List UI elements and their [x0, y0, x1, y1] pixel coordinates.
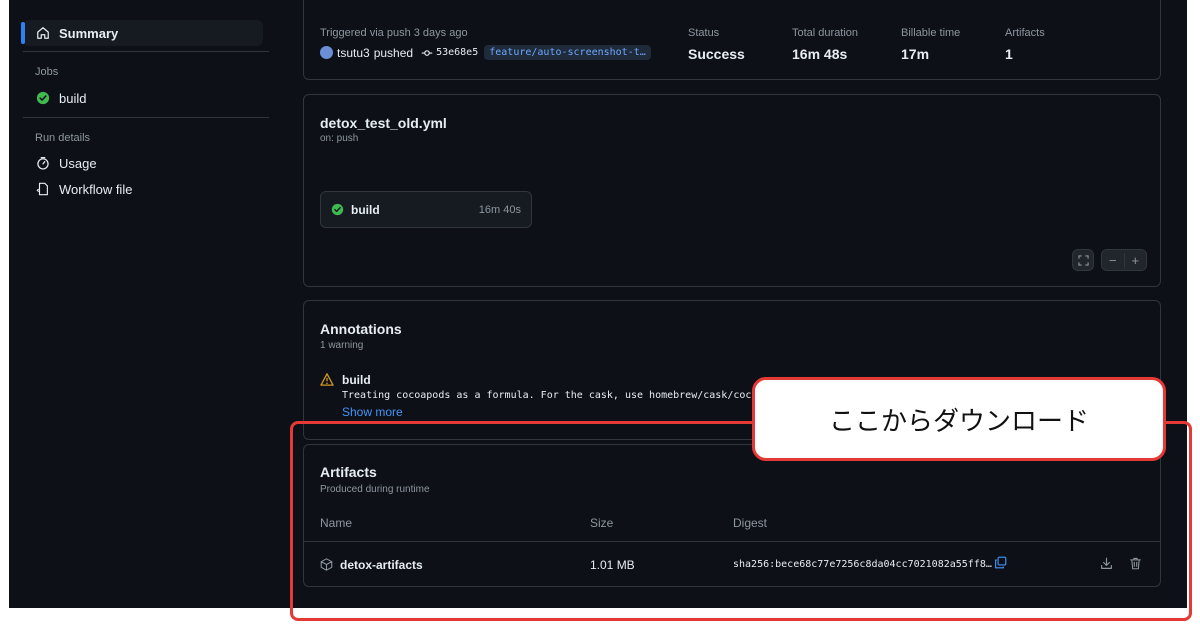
- sidebar-item-label: Summary: [59, 25, 119, 41]
- warning-icon: [320, 373, 334, 386]
- commit-icon: [421, 47, 433, 59]
- column-header-name: Name: [320, 516, 353, 530]
- success-check-icon: [35, 90, 51, 106]
- job-node-duration: 16m 40s: [478, 203, 521, 216]
- job-node-name: build: [351, 202, 380, 217]
- sidebar-item-label: build: [59, 90, 87, 106]
- artifact-digest: sha256:bece68c77e7256c8da04cc7021082a55f…: [733, 559, 992, 570]
- fullscreen-button[interactable]: [1072, 249, 1094, 271]
- run-summary-card: Triggered via push 3 days ago tsutu3 pus…: [303, 0, 1161, 80]
- sidebar-item-workflow-file[interactable]: Workflow file: [23, 176, 263, 202]
- jobs-heading: Jobs: [35, 66, 59, 78]
- column-header-digest: Digest: [733, 516, 768, 530]
- commit-sha[interactable]: 53e68e5: [436, 47, 478, 58]
- artifacts-card: Artifacts Produced during runtime Name S…: [303, 444, 1161, 587]
- artifacts-count-label: Artifacts: [1005, 27, 1045, 39]
- artifacts-count-value[interactable]: 1: [1005, 46, 1013, 62]
- workflow-graph-card: detox_test_old.yml on: push build 16m 40…: [303, 94, 1161, 287]
- column-header-size: Size: [590, 516, 614, 530]
- app-window: Summary Jobs build Run details Usage Wor…: [9, 0, 1187, 608]
- duration-value: 16m 48s: [792, 46, 848, 62]
- run-details-heading: Run details: [35, 132, 91, 144]
- push-action: pushed: [373, 45, 414, 60]
- workflow-filename: detox_test_old.yml: [320, 115, 447, 131]
- table-row: detox-artifacts 1.01 MB sha256:bece68c77…: [304, 542, 1160, 587]
- package-icon: [320, 558, 333, 571]
- sidebar: Summary Jobs build Run details Usage Wor…: [9, 0, 271, 608]
- sidebar-item-summary[interactable]: Summary: [21, 20, 263, 46]
- job-node-build[interactable]: build 16m 40s: [320, 191, 532, 228]
- download-icon[interactable]: [1100, 557, 1113, 570]
- zoom-in-button[interactable]: +: [1125, 253, 1147, 268]
- warning-message: Treating cocoapods as a formula. For the…: [342, 390, 764, 401]
- trash-icon[interactable]: [1129, 557, 1142, 570]
- artifact-size: 1.01 MB: [590, 558, 635, 572]
- zoom-controls: − +: [1101, 249, 1147, 271]
- artifacts-subtitle: Produced during runtime: [320, 484, 430, 495]
- status-label: Status: [688, 27, 720, 39]
- sidebar-item-label: Workflow file: [59, 181, 133, 197]
- sidebar-divider: [23, 51, 269, 52]
- fullscreen-icon: [1077, 254, 1089, 266]
- duration-label: Total duration: [792, 27, 859, 39]
- artifacts-title: Artifacts: [320, 464, 377, 480]
- zoom-out-button[interactable]: −: [1102, 252, 1125, 268]
- push-info: tsutu3 pushed 53e68e5 feature/auto-scree…: [320, 45, 651, 60]
- home-icon: [35, 25, 51, 41]
- billable-value: 17m: [901, 46, 930, 62]
- status-value: Success: [688, 46, 745, 62]
- sidebar-divider: [23, 117, 269, 118]
- stopwatch-icon: [35, 155, 51, 171]
- artifact-name-link[interactable]: detox-artifacts: [340, 558, 423, 572]
- sidebar-item-build[interactable]: build: [23, 85, 263, 111]
- annotations-title: Annotations: [320, 321, 402, 337]
- sidebar-item-label: Usage: [59, 155, 97, 171]
- annotations-count: 1 warning: [320, 340, 364, 351]
- success-check-icon: [331, 203, 344, 216]
- show-more-link[interactable]: Show more: [342, 405, 403, 419]
- warning-job-name[interactable]: build: [342, 373, 371, 387]
- trigger-text: Triggered via push 3 days ago: [320, 27, 468, 39]
- file-code-icon: [35, 181, 51, 197]
- avatar[interactable]: [320, 46, 333, 59]
- download-callout: ここからダウンロード: [752, 377, 1166, 461]
- copy-icon[interactable]: [994, 556, 1007, 569]
- sidebar-item-usage[interactable]: Usage: [23, 150, 263, 176]
- billable-label: Billable time: [901, 27, 961, 39]
- workflow-trigger: on: push: [320, 133, 359, 144]
- pusher-name[interactable]: tsutu3: [337, 46, 370, 60]
- branch-label[interactable]: feature/auto-screenshot-t…: [484, 45, 651, 60]
